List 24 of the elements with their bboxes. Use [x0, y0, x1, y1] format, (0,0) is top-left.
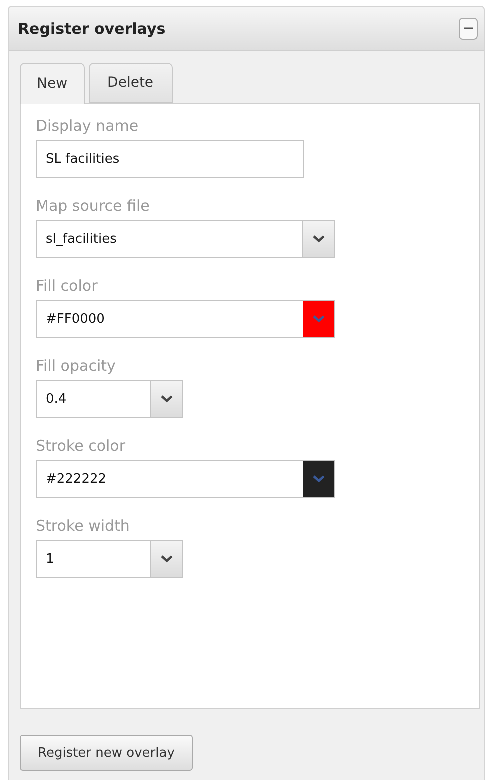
panel-title: Register overlays: [18, 20, 166, 38]
color-swatch[interactable]: [303, 461, 334, 497]
field-label: Fill color: [36, 276, 99, 297]
field-label: Stroke color: [36, 436, 127, 457]
chevron-down-icon: [312, 475, 324, 483]
field-label: Map source file: [36, 196, 151, 217]
register-button[interactable]: Register new overlay: [20, 735, 193, 771]
select-field[interactable]: 1: [36, 540, 183, 578]
color-swatch[interactable]: [303, 301, 334, 337]
chevron-down-icon: [160, 555, 172, 563]
field-label: Display name: [36, 116, 140, 137]
field-label: Fill opacity: [36, 356, 117, 377]
tab[interactable]: New: [20, 63, 85, 104]
field-label: Stroke width: [36, 516, 131, 537]
color-field[interactable]: #222222: [36, 460, 335, 498]
collapse-button[interactable]: [459, 18, 478, 40]
tab[interactable]: Delete: [88, 63, 173, 103]
select-field[interactable]: sl_facilities: [36, 220, 335, 258]
select-field[interactable]: 0.4: [36, 380, 183, 418]
color-field[interactable]: #FF0000: [36, 300, 335, 338]
text-field[interactable]: SL facilities: [36, 140, 304, 178]
chevron-down-icon: [312, 315, 324, 323]
chevron-down-icon: [312, 235, 324, 243]
chevron-down-icon: [160, 395, 172, 403]
